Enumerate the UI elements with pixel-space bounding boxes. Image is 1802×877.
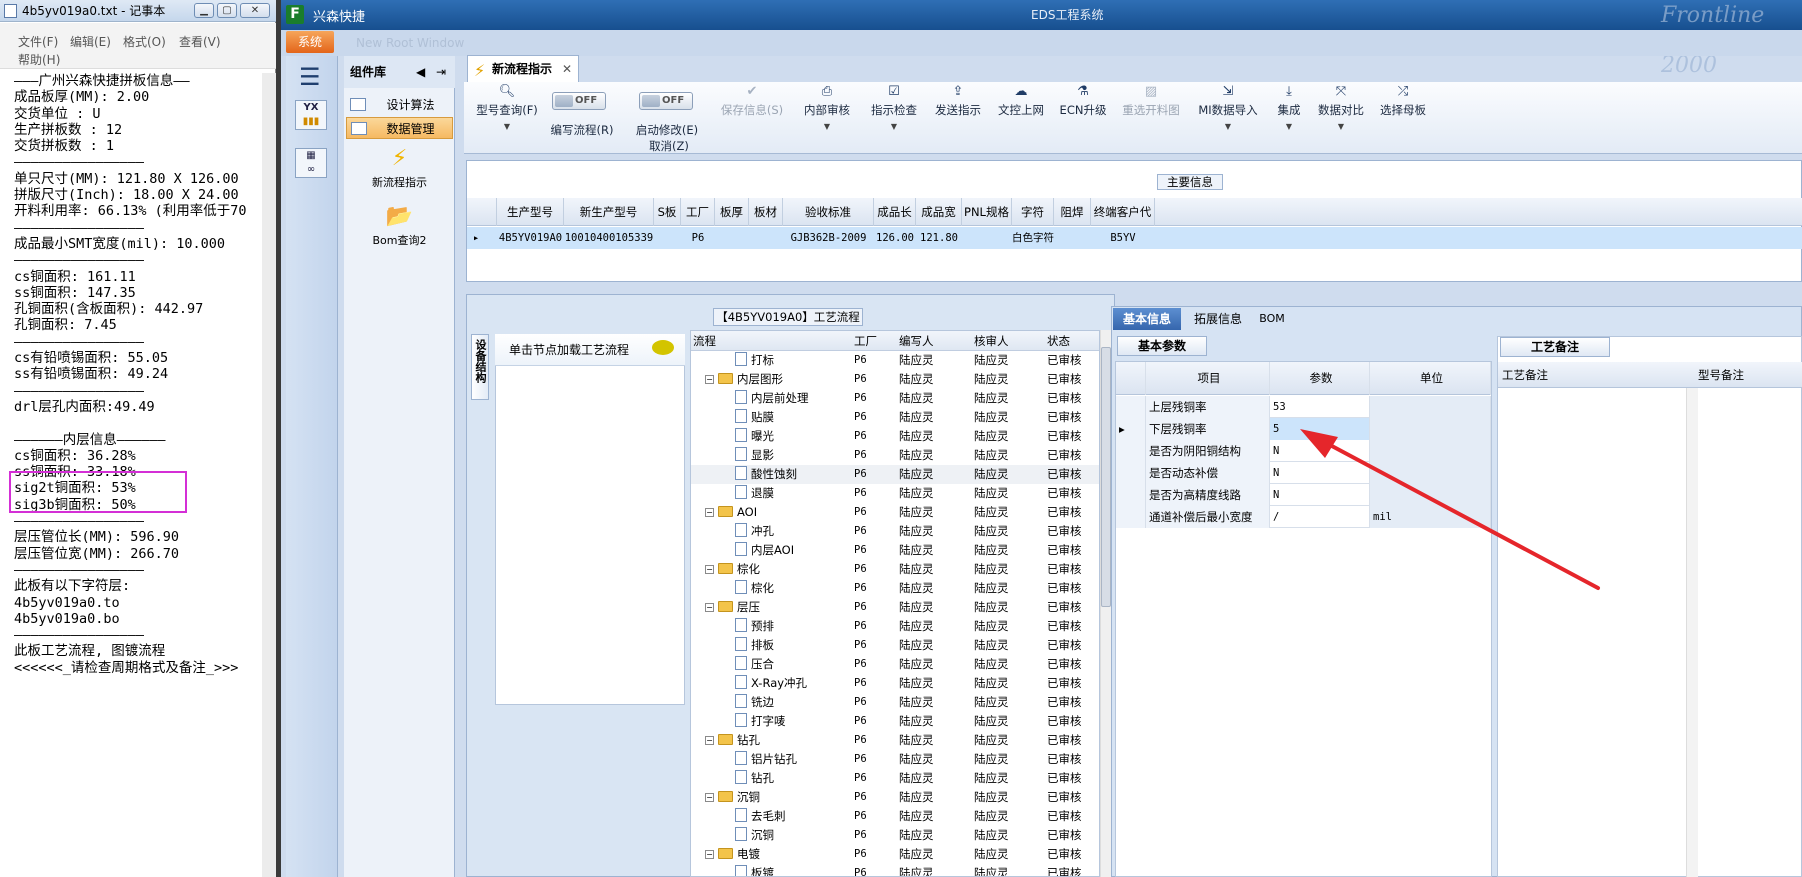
arrow-head	[1300, 429, 1338, 458]
arrow-shaft	[1313, 435, 1600, 590]
annotation-arrow	[1300, 429, 1600, 590]
